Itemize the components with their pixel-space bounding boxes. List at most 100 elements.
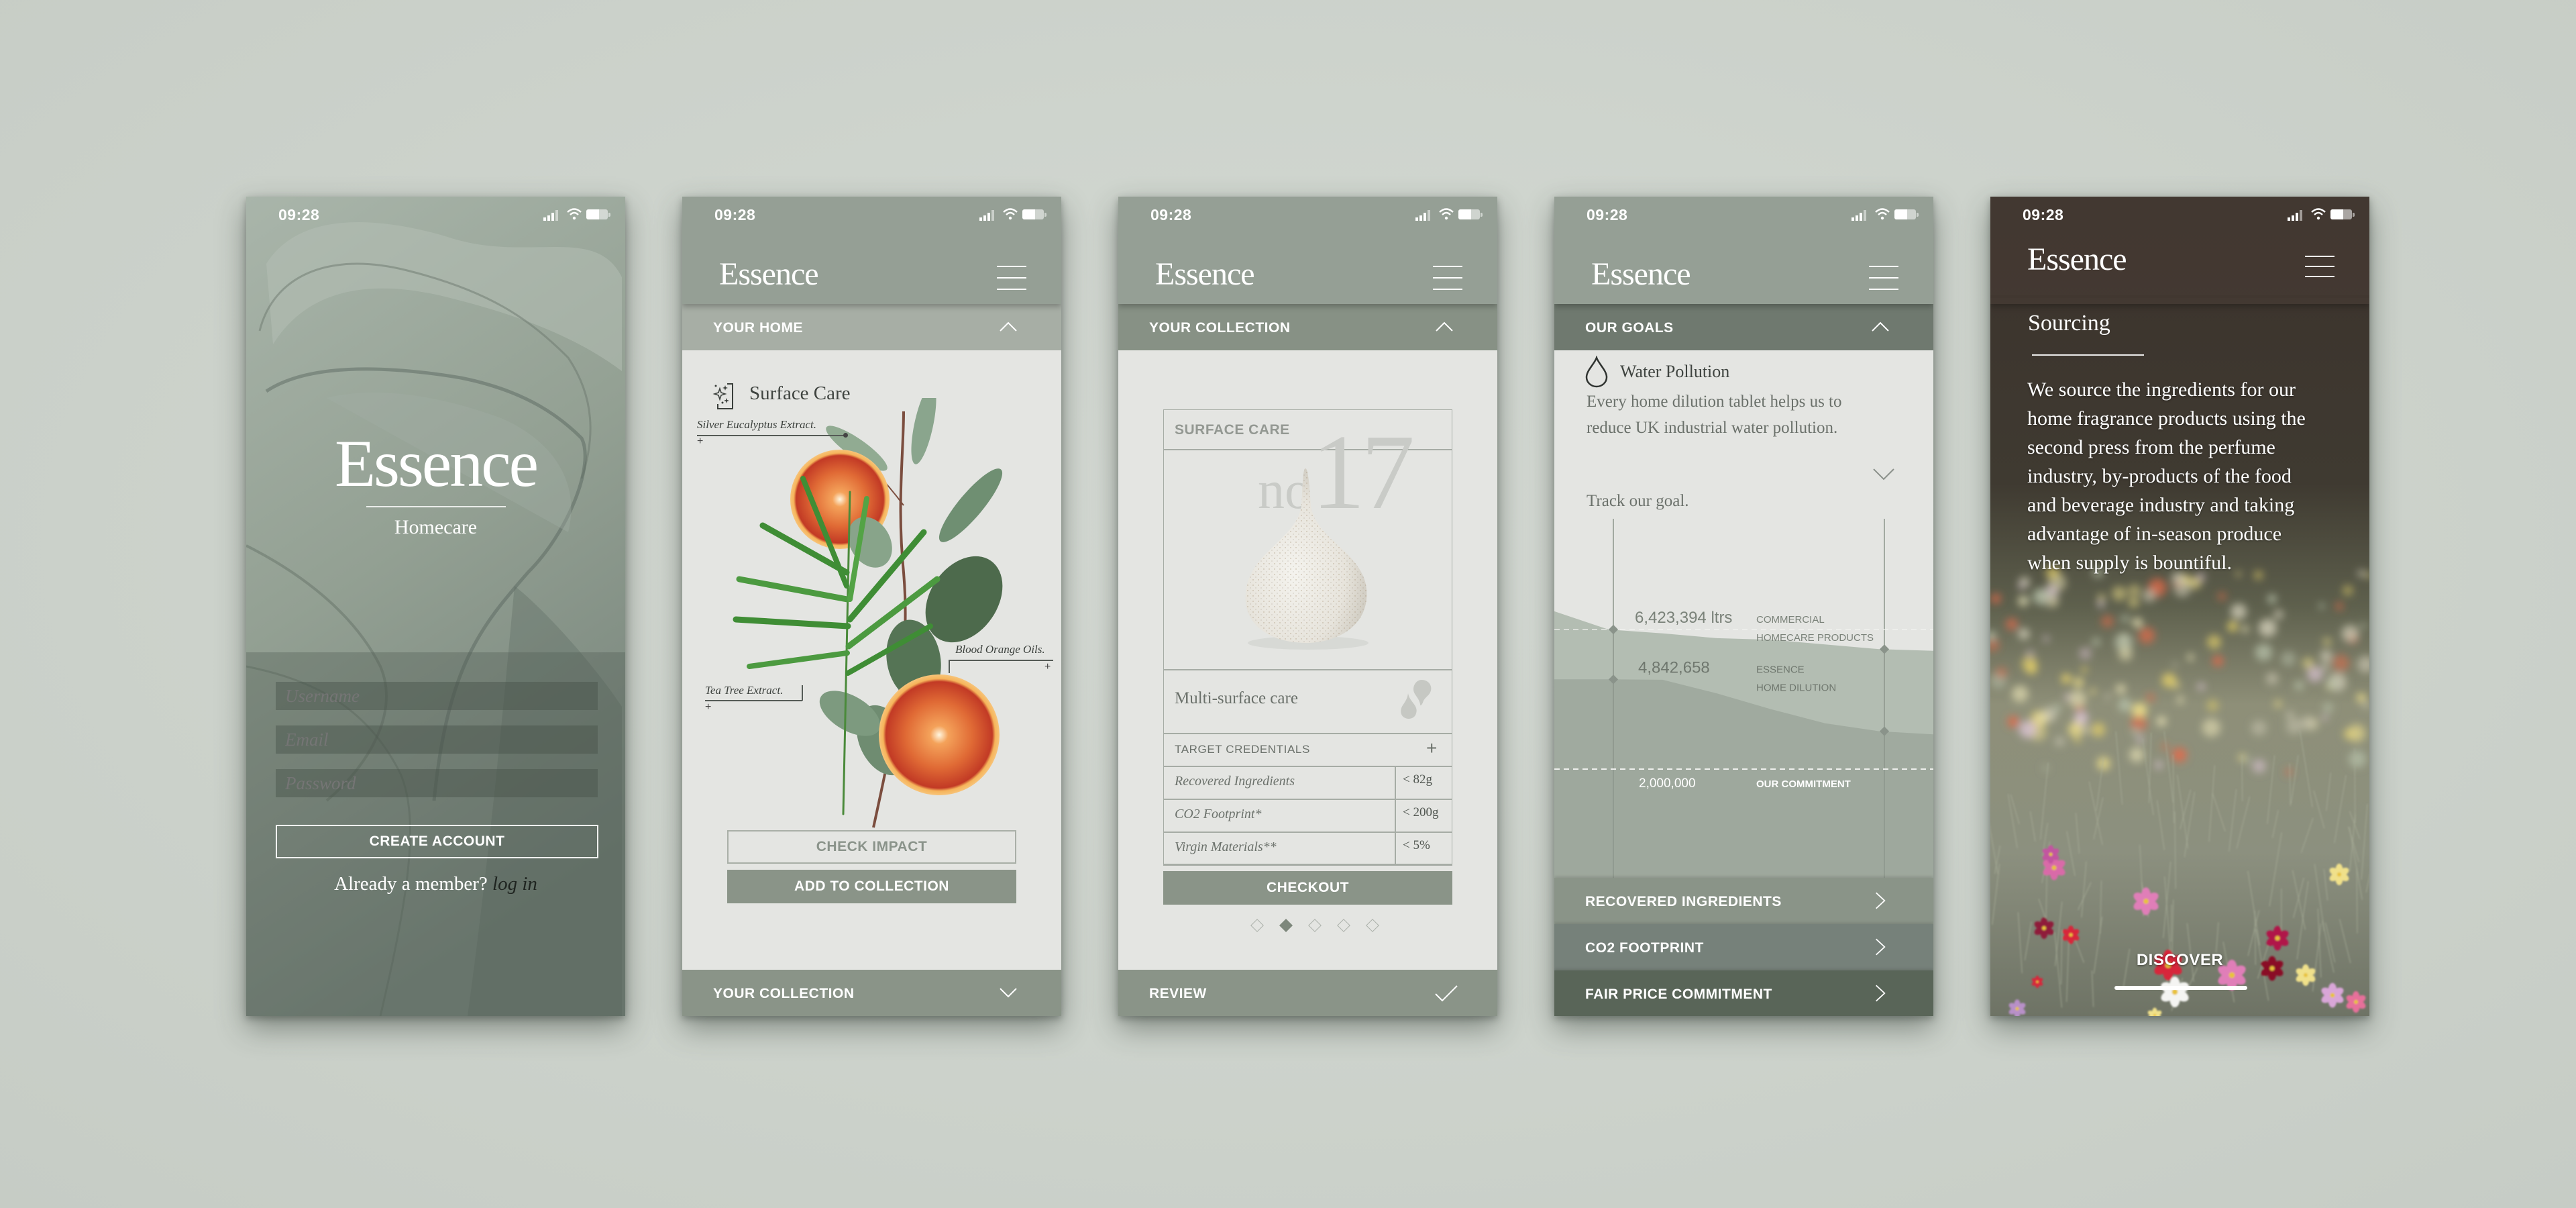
section-your-collection[interactable]: YOUR COLLECTION — [682, 970, 1061, 1016]
check-impact-button[interactable]: CHECK IMPACT — [727, 830, 1016, 864]
app-header: 09:28 Essence — [1554, 197, 1933, 304]
sourcing-body-line: industry, by-products of the food — [2027, 465, 2292, 487]
sourcing-body: We source the ingredients for our home fr… — [2027, 375, 2306, 577]
expand-plus-icon[interactable]: + — [1426, 738, 1437, 759]
wifi-icon — [1003, 208, 1018, 220]
goal-link-recovered-ingredients[interactable]: RECOVERED INGREDIENTS — [1554, 878, 1933, 924]
goal-link-label: FAIR PRICE COMMITMENT — [1585, 987, 1772, 1002]
app-header: 09:28 Essence — [682, 197, 1061, 304]
commitment-name-label: OUR COMMITMENT — [1756, 778, 1851, 790]
splash-logo: Essence — [334, 426, 539, 501]
wifi-icon — [1875, 208, 1890, 220]
add-to-collection-label: ADD TO COLLECTION — [794, 878, 949, 894]
battery-icon — [1022, 209, 1046, 219]
phone-your-home: 09:28 Essence YOUR HOME Surface Care Sil… — [682, 197, 1061, 1016]
annotation-line — [705, 700, 802, 701]
app-header: 09:28 Essence — [1990, 197, 2369, 304]
status-time: 09:28 — [278, 206, 320, 223]
section-title: YOUR COLLECTION — [1149, 320, 1291, 336]
credentials-title[interactable]: TARGET CREDENTIALS — [1175, 743, 1310, 756]
title-underline — [2032, 354, 2144, 356]
carousel-dot-active[interactable] — [1279, 919, 1293, 932]
login-link[interactable]: log in — [492, 873, 537, 895]
commitment-value-label: 2,000,000 — [1639, 776, 1696, 791]
annotation-silver-eucalyptus: Silver Eucalyptus Extract. — [697, 418, 816, 431]
hamburger-menu-icon[interactable] — [1433, 266, 1462, 290]
annotation-line — [802, 685, 803, 701]
chevron-down-icon[interactable] — [1872, 467, 1895, 482]
email-input[interactable] — [276, 725, 598, 754]
signal-icon — [1415, 210, 1433, 221]
track-goal-label: Track our goal. — [1587, 492, 1689, 510]
chevron-down-icon — [1000, 988, 1017, 998]
carousel-dot[interactable] — [1250, 919, 1264, 932]
logo-divider — [366, 506, 506, 507]
carousel-dot[interactable] — [1308, 919, 1322, 932]
battery-icon — [1894, 209, 1919, 219]
section-your-home[interactable]: YOUR HOME — [682, 304, 1061, 350]
hamburger-menu-icon[interactable] — [997, 266, 1026, 290]
status-bar: 09:28 — [682, 197, 1061, 237]
member-prompt-text: Already a member? — [334, 873, 488, 895]
dilution-tablet-image — [1245, 468, 1368, 650]
credential-value: < 200g — [1403, 805, 1439, 819]
checkout-label: CHECKOUT — [1267, 880, 1349, 895]
header-logo[interactable]: Essence — [719, 256, 819, 293]
wifi-icon — [2311, 208, 2326, 220]
password-input[interactable] — [276, 769, 598, 797]
table-row-divider — [1163, 832, 1452, 833]
sourcing-body-line: and beverage industry and taking — [2027, 494, 2295, 516]
signal-icon — [979, 210, 997, 221]
login-prompt: Already a member? log in — [246, 873, 625, 895]
carousel-dot[interactable] — [1366, 919, 1379, 932]
header-logo[interactable]: Essence — [2027, 241, 2127, 278]
commitment-zone — [1554, 769, 1933, 878]
signal-icon — [2288, 210, 2305, 221]
status-time: 09:28 — [2023, 206, 2064, 223]
botanical-illustration — [733, 398, 1003, 828]
status-bar: 09:28 — [1990, 197, 2369, 237]
credential-value: < 82g — [1403, 772, 1432, 787]
header-logo[interactable]: Essence — [1591, 256, 1691, 293]
goal-description-line1: Every home dilution tablet helps us to — [1587, 393, 1842, 411]
sourcing-body-line: advantage of in-season produce — [2027, 523, 2282, 545]
phone-our-goals: 09:28 Essence OUR GOALS Water Pollution … — [1554, 197, 1933, 1016]
section-review[interactable]: REVIEW — [1118, 970, 1497, 1016]
annotation-plus-icon[interactable]: + — [705, 701, 711, 713]
annotation-plus-icon[interactable]: + — [697, 436, 703, 448]
hamburger-menu-icon[interactable] — [2305, 256, 2334, 280]
table-row-divider — [1163, 864, 1452, 866]
chevron-right-icon — [1876, 892, 1886, 909]
chevron-up-icon — [1000, 321, 1017, 332]
add-to-collection-button[interactable]: ADD TO COLLECTION — [727, 870, 1016, 903]
section-our-goals[interactable]: OUR GOALS — [1554, 304, 1933, 350]
goal-link-co2-footprint[interactable]: CO2 FOOTPRINT — [1554, 924, 1933, 970]
carousel-dot[interactable] — [1337, 919, 1350, 932]
battery-icon — [1458, 209, 1483, 219]
sourcing-body-line: We source the ingredients for our — [2027, 379, 2296, 401]
chevron-right-icon — [1876, 985, 1886, 1002]
credential-label: Recovered Ingredients — [1175, 774, 1295, 789]
create-account-button[interactable]: CREATE ACCOUNT — [276, 825, 598, 858]
create-account-label: CREATE ACCOUNT — [369, 834, 505, 849]
wifi-icon — [567, 208, 582, 220]
username-input[interactable] — [276, 682, 598, 710]
phone-sourcing: 09:28 Essence Sourcing We source the ing… — [1990, 197, 2369, 1016]
header-logo[interactable]: Essence — [1155, 256, 1255, 293]
status-bar: 09:28 — [1118, 197, 1497, 237]
phone-signup: 09:28 Essence Homecare CREATE ACCOUNT Al… — [246, 197, 625, 1016]
series-value-label: 6,423,394 ltrs — [1635, 609, 1732, 627]
card-divider — [1163, 669, 1452, 670]
check-impact-label: CHECK IMPACT — [816, 839, 928, 854]
credential-value: < 5% — [1403, 838, 1430, 852]
hamburger-menu-icon[interactable] — [1869, 266, 1898, 290]
discover-button[interactable]: DISCOVER — [1990, 951, 2369, 970]
series-name-label: HOME DILUTION — [1756, 682, 1836, 693]
droplets-icon — [1401, 680, 1432, 719]
annotation-plus-icon[interactable]: + — [1044, 661, 1051, 673]
goal-area-chart: 6,423,394 ltrs COMMERCIAL HOMECARE PRODUCT… — [1554, 519, 1933, 878]
section-your-collection[interactable]: YOUR COLLECTION — [1118, 304, 1497, 350]
discover-label: DISCOVER — [2136, 951, 2224, 969]
checkout-button[interactable]: CHECKOUT — [1163, 871, 1452, 905]
goal-link-fair-price-commitment[interactable]: FAIR PRICE COMMITMENT — [1554, 970, 1933, 1016]
